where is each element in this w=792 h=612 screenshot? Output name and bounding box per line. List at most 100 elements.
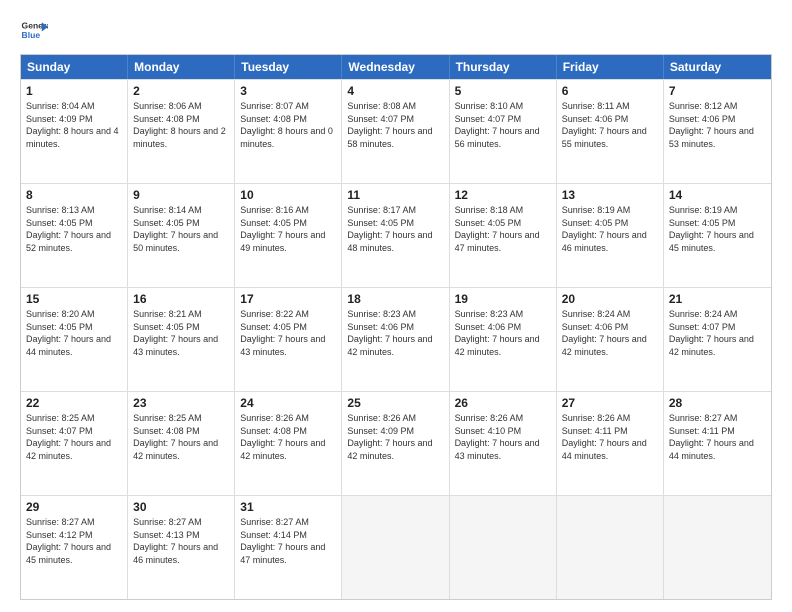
day-number: 2 [133,84,229,98]
day-cell-6: 6 Sunrise: 8:11 AMSunset: 4:06 PMDaylight… [557,80,664,183]
day-cell-24: 24 Sunrise: 8:26 AMSunset: 4:08 PMDayligh… [235,392,342,495]
day-info: Sunrise: 8:12 AMSunset: 4:06 PMDaylight:… [669,100,766,150]
day-cell-14: 14 Sunrise: 8:19 AMSunset: 4:05 PMDayligh… [664,184,771,287]
empty-cell [342,496,449,599]
logo: General Blue [20,16,48,44]
day-cell-9: 9 Sunrise: 8:14 AMSunset: 4:05 PMDaylight… [128,184,235,287]
day-header-thursday: Thursday [450,55,557,79]
day-number: 7 [669,84,766,98]
week-row-1: 1 Sunrise: 8:04 AMSunset: 4:09 PMDaylight… [21,79,771,183]
day-info: Sunrise: 8:20 AMSunset: 4:05 PMDaylight:… [26,308,122,358]
day-number: 31 [240,500,336,514]
day-cell-28: 28Sunrise: 8:27 AMSunset: 4:11 PMDayligh… [664,392,771,495]
day-cell-16: 16 Sunrise: 8:21 AMSunset: 4:05 PMDayligh… [128,288,235,391]
day-info: Sunrise: 8:19 AMSunset: 4:05 PMDaylight:… [562,204,658,254]
day-number: 20 [562,292,658,306]
day-cell-25: 25Sunrise: 8:26 AMSunset: 4:09 PMDayligh… [342,392,449,495]
day-cell-4: 4 Sunrise: 8:08 AMSunset: 4:07 PMDaylight… [342,80,449,183]
day-number: 23 [133,396,229,410]
calendar: SundayMondayTuesdayWednesdayThursdayFrid… [20,54,772,600]
day-number: 15 [26,292,122,306]
day-cell-8: 8 Sunrise: 8:13 AMSunset: 4:05 PMDaylight… [21,184,128,287]
day-info: Sunrise: 8:22 AMSunset: 4:05 PMDaylight:… [240,308,336,358]
empty-cell [450,496,557,599]
day-info: Sunrise: 8:06 AMSunset: 4:08 PMDaylight:… [133,100,229,150]
day-info: Sunrise: 8:04 AMSunset: 4:09 PMDaylight:… [26,100,122,150]
day-info: Sunrise: 8:26 AMSunset: 4:08 PMDaylight:… [240,412,336,462]
day-cell-7: 7 Sunrise: 8:12 AMSunset: 4:06 PMDaylight… [664,80,771,183]
day-header-tuesday: Tuesday [235,55,342,79]
week-row-4: 22Sunrise: 8:25 AMSunset: 4:07 PMDayligh… [21,391,771,495]
day-number: 30 [133,500,229,514]
day-cell-23: 23Sunrise: 8:25 AMSunset: 4:08 PMDayligh… [128,392,235,495]
calendar-body: 1 Sunrise: 8:04 AMSunset: 4:09 PMDaylight… [21,79,771,599]
day-info: Sunrise: 8:19 AMSunset: 4:05 PMDaylight:… [669,204,766,254]
day-cell-18: 18 Sunrise: 8:23 AMSunset: 4:06 PMDayligh… [342,288,449,391]
day-info: Sunrise: 8:07 AMSunset: 4:08 PMDaylight:… [240,100,336,150]
day-number: 1 [26,84,122,98]
day-cell-19: 19Sunrise: 8:23 AMSunset: 4:06 PMDayligh… [450,288,557,391]
day-info: Sunrise: 8:23 AMSunset: 4:06 PMDaylight:… [347,308,443,358]
day-info: Sunrise: 8:25 AMSunset: 4:07 PMDaylight:… [26,412,122,462]
day-cell-29: 29 Sunrise: 8:27 AMSunset: 4:12 PMDayligh… [21,496,128,599]
day-number: 13 [562,188,658,202]
day-info: Sunrise: 8:13 AMSunset: 4:05 PMDaylight:… [26,204,122,254]
day-info: Sunrise: 8:17 AMSunset: 4:05 PMDaylight:… [347,204,443,254]
day-info: Sunrise: 8:24 AMSunset: 4:06 PMDaylight:… [562,308,658,358]
day-info: Sunrise: 8:23 AMSunset: 4:06 PMDaylight:… [455,308,551,358]
day-number: 12 [455,188,551,202]
day-cell-15: 15 Sunrise: 8:20 AMSunset: 4:05 PMDayligh… [21,288,128,391]
day-cell-5: 5Sunrise: 8:10 AMSunset: 4:07 PMDaylight… [450,80,557,183]
day-cell-2: 2 Sunrise: 8:06 AMSunset: 4:08 PMDaylight… [128,80,235,183]
week-row-2: 8 Sunrise: 8:13 AMSunset: 4:05 PMDaylight… [21,183,771,287]
day-number: 8 [26,188,122,202]
day-header-saturday: Saturday [664,55,771,79]
calendar-header: SundayMondayTuesdayWednesdayThursdayFrid… [21,55,771,79]
day-number: 29 [26,500,122,514]
day-header-monday: Monday [128,55,235,79]
day-number: 9 [133,188,229,202]
day-number: 28 [669,396,766,410]
day-number: 6 [562,84,658,98]
day-number: 21 [669,292,766,306]
day-info: Sunrise: 8:27 AMSunset: 4:13 PMDaylight:… [133,516,229,566]
day-number: 27 [562,396,658,410]
day-cell-22: 22Sunrise: 8:25 AMSunset: 4:07 PMDayligh… [21,392,128,495]
day-number: 24 [240,396,336,410]
day-cell-31: 31 Sunrise: 8:27 AMSunset: 4:14 PMDayligh… [235,496,342,599]
day-cell-17: 17 Sunrise: 8:22 AMSunset: 4:05 PMDayligh… [235,288,342,391]
day-cell-10: 10Sunrise: 8:16 AMSunset: 4:05 PMDayligh… [235,184,342,287]
day-number: 17 [240,292,336,306]
day-cell-20: 20 Sunrise: 8:24 AMSunset: 4:06 PMDayligh… [557,288,664,391]
day-info: Sunrise: 8:27 AMSunset: 4:14 PMDaylight:… [240,516,336,566]
day-info: Sunrise: 8:21 AMSunset: 4:05 PMDaylight:… [133,308,229,358]
day-info: Sunrise: 8:11 AMSunset: 4:06 PMDaylight:… [562,100,658,150]
day-info: Sunrise: 8:08 AMSunset: 4:07 PMDaylight:… [347,100,443,150]
day-info: Sunrise: 8:18 AMSunset: 4:05 PMDaylight:… [455,204,551,254]
day-cell-11: 11Sunrise: 8:17 AMSunset: 4:05 PMDayligh… [342,184,449,287]
day-info: Sunrise: 8:27 AMSunset: 4:12 PMDaylight:… [26,516,122,566]
logo-icon: General Blue [20,16,48,44]
day-cell-3: 3 Sunrise: 8:07 AMSunset: 4:08 PMDaylight… [235,80,342,183]
day-header-wednesday: Wednesday [342,55,449,79]
week-row-5: 29 Sunrise: 8:27 AMSunset: 4:12 PMDayligh… [21,495,771,599]
day-number: 18 [347,292,443,306]
day-number: 14 [669,188,766,202]
day-number: 16 [133,292,229,306]
day-number: 25 [347,396,443,410]
day-number: 4 [347,84,443,98]
day-number: 5 [455,84,551,98]
day-header-sunday: Sunday [21,55,128,79]
header: General Blue [20,16,772,44]
day-cell-12: 12 Sunrise: 8:18 AMSunset: 4:05 PMDayligh… [450,184,557,287]
day-number: 26 [455,396,551,410]
day-number: 3 [240,84,336,98]
day-cell-27: 27Sunrise: 8:26 AMSunset: 4:11 PMDayligh… [557,392,664,495]
day-info: Sunrise: 8:14 AMSunset: 4:05 PMDaylight:… [133,204,229,254]
day-cell-13: 13 Sunrise: 8:19 AMSunset: 4:05 PMDayligh… [557,184,664,287]
svg-text:Blue: Blue [22,30,41,40]
day-cell-30: 30 Sunrise: 8:27 AMSunset: 4:13 PMDayligh… [128,496,235,599]
empty-cell [664,496,771,599]
day-cell-21: 21Sunrise: 8:24 AMSunset: 4:07 PMDayligh… [664,288,771,391]
empty-cell [557,496,664,599]
